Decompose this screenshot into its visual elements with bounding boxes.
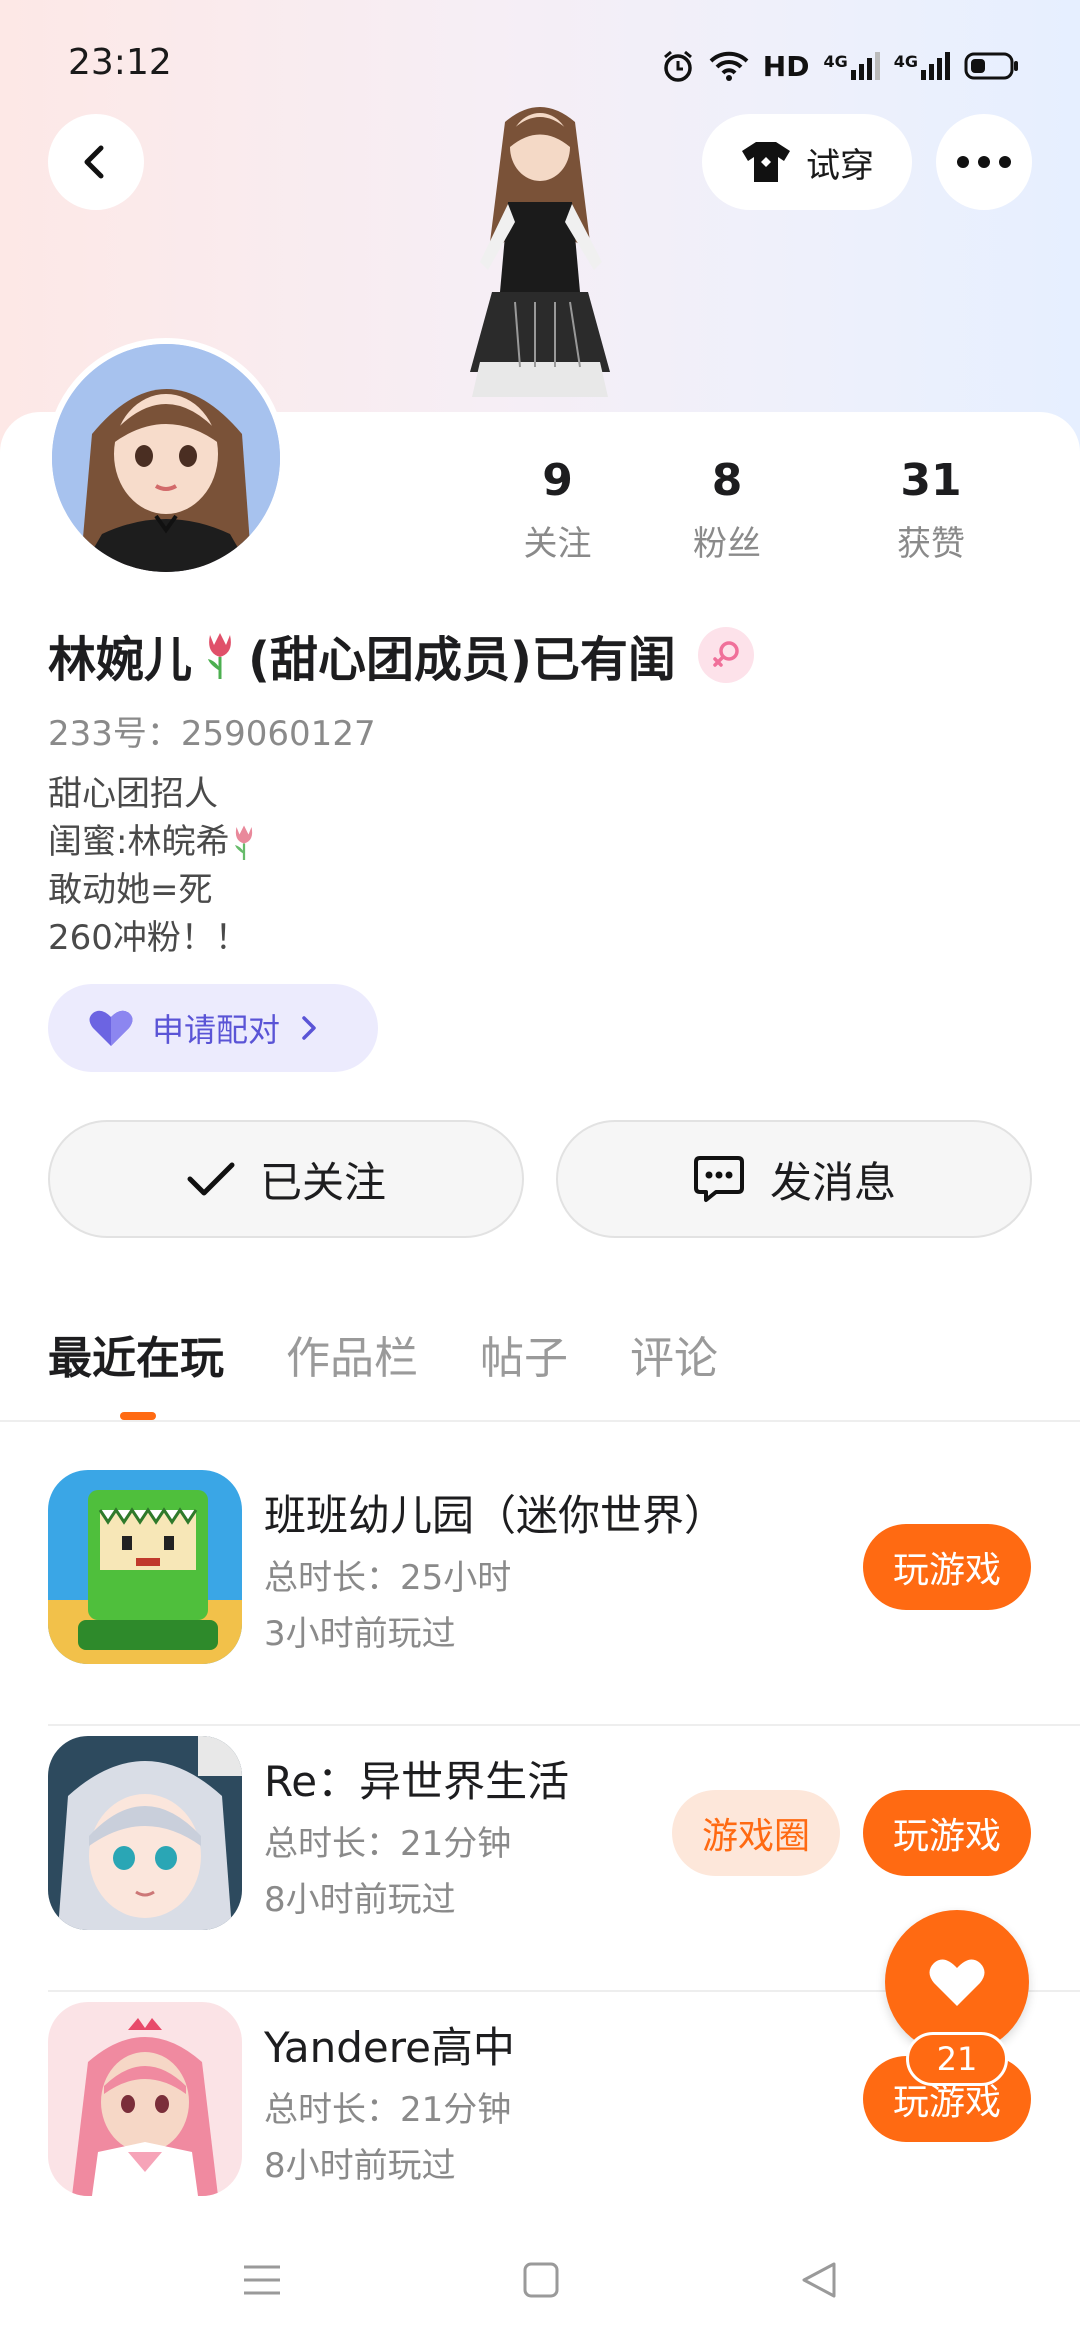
apply-match-button[interactable]: 申请配对 bbox=[48, 984, 378, 1072]
send-message-button[interactable]: 发消息 bbox=[556, 1120, 1032, 1238]
game-name: 班班幼儿园（迷你世界） bbox=[264, 1491, 727, 1540]
like-count-badge: 21 bbox=[906, 2032, 1008, 2086]
battery-icon bbox=[964, 52, 1018, 80]
bio-line: 闺蜜:林皖希 bbox=[48, 818, 259, 866]
home-icon[interactable] bbox=[522, 2261, 560, 2299]
user-id: 233号：259060127 bbox=[48, 714, 376, 754]
followed-label: 已关注 bbox=[259, 1157, 386, 1207]
status-time: 23:12 bbox=[68, 42, 172, 83]
tshirt-icon bbox=[742, 142, 790, 182]
back-icon bbox=[84, 145, 104, 179]
game-name: Yandere高中 bbox=[264, 2023, 515, 2072]
stat-label: 获赞 bbox=[897, 524, 965, 564]
wifi-icon bbox=[709, 51, 749, 81]
stat-value: 8 bbox=[711, 455, 743, 506]
stat-label: 粉丝 bbox=[693, 524, 761, 564]
bio-line: 260冲粉！！ bbox=[48, 918, 249, 958]
female-gender-icon bbox=[697, 627, 754, 683]
stat-followers[interactable]: 8 粉丝 bbox=[625, 455, 829, 565]
menu-icon[interactable] bbox=[242, 2263, 282, 2297]
heart-icon bbox=[929, 1959, 985, 2006]
stat-following[interactable]: 9 关注 bbox=[490, 455, 625, 565]
game-last-played: 8小时前玩过 bbox=[264, 2146, 456, 2186]
followed-button[interactable]: 已关注 bbox=[48, 1120, 524, 1238]
bio-line: 敢动她=死 bbox=[48, 870, 213, 910]
avatar-figure bbox=[470, 107, 610, 397]
play-game-button[interactable]: 玩游戏 bbox=[863, 1524, 1031, 1610]
game-last-played: 3小时前玩过 bbox=[264, 1614, 456, 1654]
username-part1: 林婉儿 bbox=[48, 632, 193, 688]
avatar-portrait bbox=[52, 344, 280, 572]
game-circle-button[interactable]: 游戏圈 bbox=[672, 1790, 840, 1876]
username: 林婉儿 (甜心团成员)已有闺 bbox=[48, 620, 754, 690]
hd-icon: HD bbox=[762, 49, 810, 83]
back-nav-icon[interactable] bbox=[800, 2260, 838, 2300]
more-button[interactable] bbox=[936, 114, 1032, 210]
back-button[interactable] bbox=[48, 114, 144, 210]
game-list: 班班幼儿园（迷你世界） 总时长：25小时 3小时前玩过 玩游戏 Re：异世界生活… bbox=[0, 1460, 1080, 2258]
game-duration: 总时长：25小时 bbox=[264, 1558, 512, 1598]
system-nav-bar bbox=[0, 2220, 1080, 2340]
tabs-divider bbox=[0, 1420, 1080, 1422]
game-duration: 总时长：21分钟 bbox=[264, 1824, 512, 1864]
heart-icon bbox=[89, 1010, 133, 1046]
game-icon bbox=[48, 1736, 242, 1930]
tab-indicator bbox=[120, 1412, 156, 1420]
status-icons: HD 4G 4G bbox=[661, 46, 1020, 86]
check-icon bbox=[187, 1162, 235, 1196]
message-icon bbox=[693, 1156, 744, 1202]
game-last-played: 8小时前玩过 bbox=[264, 1880, 456, 1920]
more-icon bbox=[957, 156, 1011, 168]
list-item[interactable]: 班班幼儿园（迷你世界） 总时长：25小时 3小时前玩过 玩游戏 bbox=[48, 1460, 1080, 1726]
signal-4g-icon: 4G bbox=[823, 52, 880, 80]
tab-posts[interactable]: 帖子 bbox=[480, 1322, 568, 1386]
try-on-label: 试穿 bbox=[806, 145, 874, 186]
tab-recently-played[interactable]: 最近在玩 bbox=[48, 1322, 224, 1386]
profile-stats: 9 关注 8 粉丝 31 获赞 bbox=[490, 455, 1060, 565]
try-on-button[interactable]: 试穿 bbox=[702, 114, 912, 210]
play-game-button[interactable]: 玩游戏 bbox=[863, 1790, 1031, 1876]
game-name: Re：异世界生活 bbox=[264, 1757, 570, 1806]
username-part2: (甜心团成员)已有闺 bbox=[248, 632, 676, 688]
game-icon bbox=[48, 1470, 242, 1664]
send-message-label: 发消息 bbox=[769, 1157, 896, 1207]
game-icon bbox=[48, 2002, 242, 2196]
tab-works[interactable]: 作品栏 bbox=[286, 1322, 418, 1386]
stat-label: 关注 bbox=[523, 524, 592, 564]
stat-value: 31 bbox=[900, 455, 962, 506]
apply-match-label: 申请配对 bbox=[152, 1011, 281, 1049]
signal-4g-icon: 4G bbox=[894, 52, 950, 80]
profile-tabs: 最近在玩 作品栏 帖子 评论 bbox=[48, 1322, 718, 1386]
stat-likes[interactable]: 31 获赞 bbox=[829, 455, 1033, 565]
chevron-right-icon bbox=[302, 1016, 316, 1040]
bio-line: 甜心团招人 bbox=[48, 774, 218, 814]
bio: 甜心团招人 闺蜜:林皖希 敢动她=死 260冲粉！！ bbox=[48, 770, 259, 962]
avatar[interactable] bbox=[46, 338, 286, 578]
tulip-icon bbox=[235, 825, 253, 860]
tab-comments[interactable]: 评论 bbox=[630, 1322, 718, 1386]
alarm-icon bbox=[663, 50, 692, 82]
game-duration: 总时长：21分钟 bbox=[264, 2090, 512, 2130]
tulip-icon bbox=[208, 633, 231, 679]
stat-value: 9 bbox=[542, 455, 573, 506]
